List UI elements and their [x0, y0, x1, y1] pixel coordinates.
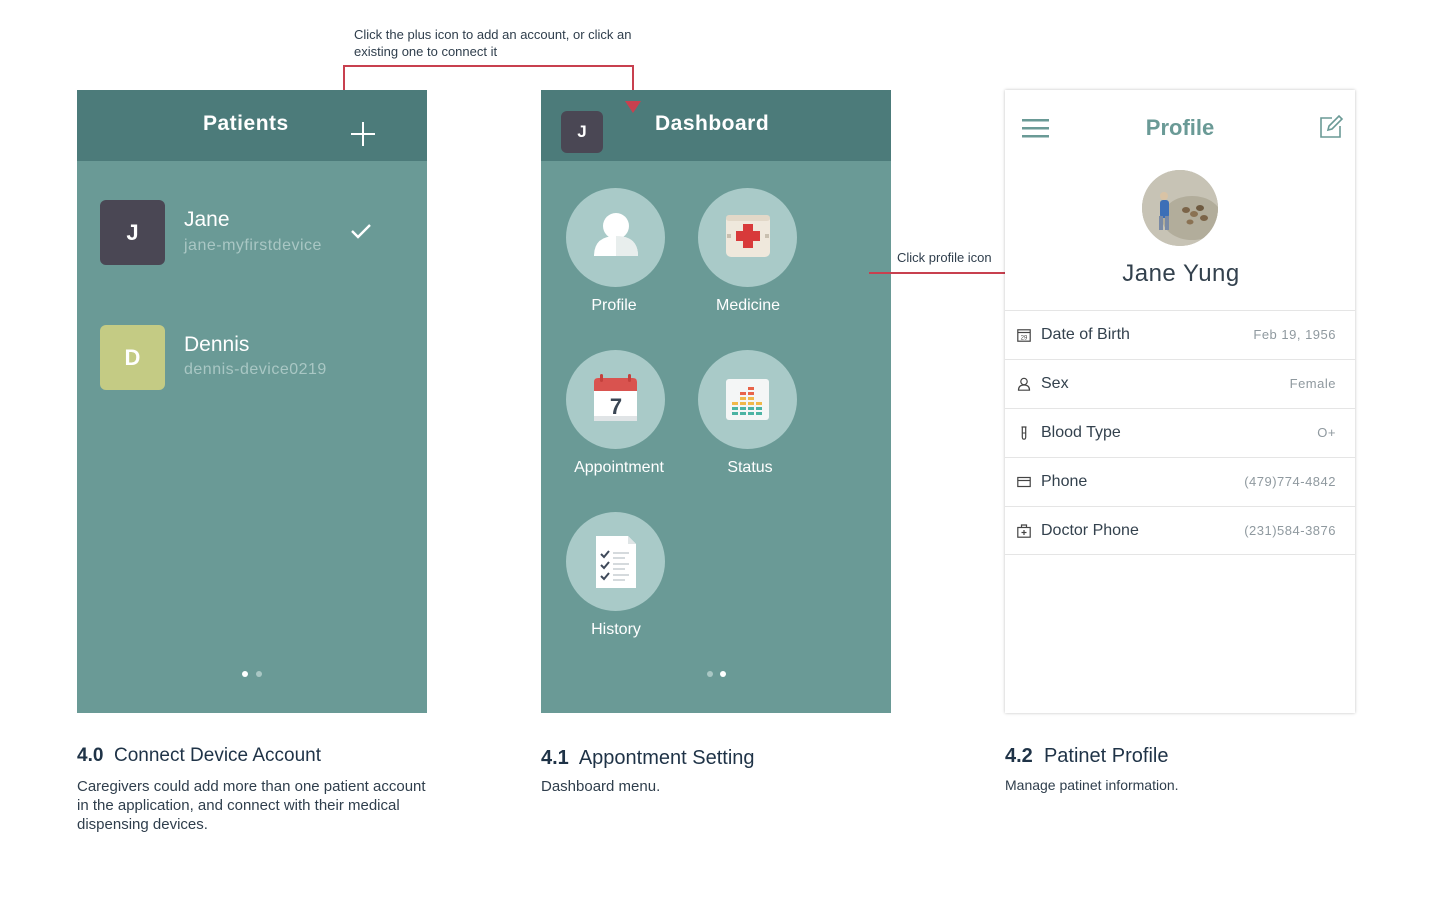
patient-device: jane-myfirstdevice	[184, 237, 322, 254]
status-menu-button[interactable]	[698, 350, 797, 449]
page-indicator	[704, 670, 728, 678]
avatar[interactable]: J	[561, 111, 603, 153]
dashboard-screen: J Dashboard Profile Medicine 7 Appointme…	[541, 90, 891, 713]
menu-label-appointment: Appointment	[574, 459, 664, 476]
profile-screen: Profile Jane Yung 29 Date of Birth Feb 1…	[1005, 90, 1355, 713]
field-label: Phone	[1041, 473, 1088, 490]
caption-heading: Connect Device Account	[113, 745, 321, 766]
patient-name: Dennis	[184, 333, 250, 356]
field-value: (479)774-4842	[1244, 474, 1336, 489]
add-patient-button[interactable]	[349, 120, 377, 148]
bar-chart-icon	[726, 379, 769, 420]
edit-icon[interactable]	[1318, 114, 1344, 140]
caption-number: 4.2	[1005, 745, 1033, 767]
caption-body-4-0: Caregivers could add more than one patie…	[77, 778, 426, 833]
caption-title-4-1: 4.1 Appontment Setting	[541, 747, 755, 770]
profile-row-doctor-phone[interactable]: Doctor Phone (231)584-3876	[1005, 506, 1355, 555]
page-title: Profile	[1145, 115, 1215, 140]
medicine-menu-button[interactable]	[698, 188, 797, 287]
profile-row-phone[interactable]: Phone (479)774-4842	[1005, 457, 1355, 506]
patient-item-dennis[interactable]: D Dennis dennis-device0219	[77, 315, 427, 395]
checkmark-icon	[351, 224, 371, 239]
page-indicator	[239, 670, 263, 678]
checklist-icon	[596, 536, 636, 588]
profile-name: Jane Yung	[1122, 260, 1240, 287]
calendar-icon: 29	[1017, 329, 1031, 342]
hint-connector	[343, 65, 634, 67]
plus-icon-hint: Click the plus icon to add an account, o…	[354, 27, 632, 59]
profile-menu-button[interactable]	[566, 188, 665, 287]
test-tube-icon	[1021, 426, 1027, 440]
dashboard-header: J Dashboard	[541, 90, 891, 161]
menu-label-history: History	[591, 621, 641, 638]
menu-label-status: Status	[727, 459, 773, 476]
patient-device: dennis-device0219	[184, 361, 327, 378]
patient-name: Jane	[184, 208, 230, 231]
field-label: Date of Birth	[1041, 326, 1130, 343]
avatar: D	[100, 325, 165, 390]
caption-title-4-0: 4.0 Connect Device Account	[77, 745, 321, 767]
caption-number: 4.0	[77, 745, 104, 766]
appointment-menu-button[interactable]: 7	[566, 350, 665, 449]
person-icon	[1017, 377, 1031, 391]
calendar-icon: 7	[594, 374, 637, 421]
profile-photo[interactable]	[1142, 170, 1218, 246]
first-aid-kit-icon	[726, 215, 770, 257]
page-dot-active[interactable]	[720, 671, 726, 677]
caption-title-4-2: 4.2 Patinet Profile	[1005, 745, 1168, 768]
profile-row-dob[interactable]: 29 Date of Birth Feb 19, 1956	[1005, 310, 1355, 359]
field-value: (231)584-3876	[1244, 523, 1336, 538]
field-value: Female	[1289, 376, 1336, 391]
field-label: Sex	[1041, 375, 1069, 392]
profile-row-blood-type[interactable]: Blood Type O+	[1005, 408, 1355, 457]
caption-heading: Patinet Profile	[1043, 745, 1169, 767]
page-dot-active[interactable]	[242, 671, 248, 677]
hint-connector	[869, 272, 1019, 274]
calendar-icon-text: 29	[1021, 336, 1028, 342]
field-value: Feb 19, 1956	[1253, 327, 1336, 342]
page-dot[interactable]	[256, 671, 262, 677]
caption-body-4-2: Manage patinet information.	[1005, 777, 1179, 793]
caption-body-4-1: Dashboard menu.	[541, 778, 661, 795]
patients-header: Patients	[77, 90, 427, 161]
menu-label-profile: Profile	[591, 297, 637, 314]
field-label: Doctor Phone	[1041, 522, 1139, 539]
arrow-head-icon	[625, 101, 641, 113]
page-dot[interactable]	[707, 671, 713, 677]
person-icon	[594, 213, 638, 256]
profile-row-sex[interactable]: Sex Female	[1005, 359, 1355, 408]
caption-heading: Appontment Setting	[578, 747, 755, 769]
page-title: Dashboard	[655, 112, 770, 135]
page-title: Patients	[203, 112, 289, 135]
avatar: J	[100, 200, 165, 265]
history-menu-button[interactable]	[566, 512, 665, 611]
profile-icon-hint: Click profile icon	[897, 250, 992, 265]
field-value: O+	[1317, 425, 1336, 440]
patients-screen: Patients J Jane jane-myfirstdevice D Den…	[77, 90, 427, 713]
card-icon	[1017, 476, 1031, 488]
photo-image	[1142, 170, 1218, 246]
calendar-day: 7	[610, 394, 622, 419]
plus-icon	[351, 122, 375, 146]
menu-label-medicine: Medicine	[715, 297, 781, 314]
patient-item-jane[interactable]: J Jane jane-myfirstdevice	[77, 190, 427, 270]
medical-bag-icon	[1017, 524, 1031, 538]
caption-number: 4.1	[541, 747, 569, 769]
field-label: Blood Type	[1041, 424, 1121, 441]
